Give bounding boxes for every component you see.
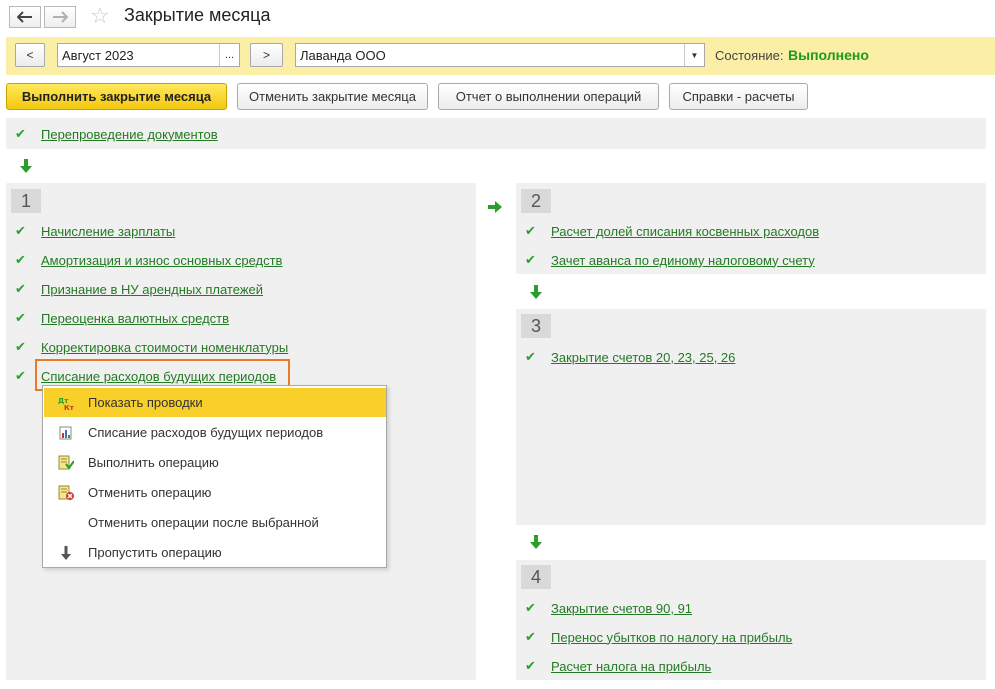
menu-item-label: Отменить операцию <box>88 485 212 500</box>
forward-button[interactable] <box>44 6 76 28</box>
operation-item[interactable]: ✔ Зачет аванса по единому налоговому сче… <box>525 251 815 269</box>
operation-link[interactable]: Переоценка валютных средств <box>41 311 229 326</box>
step-number: 1 <box>11 189 41 213</box>
arrow-down-icon <box>530 535 542 549</box>
cancel-month-close-button[interactable]: Отменить закрытие месяца <box>237 83 428 110</box>
menu-item-cancel-operation[interactable]: Отменить операцию <box>44 478 386 507</box>
check-icon: ✔ <box>525 629 536 644</box>
menu-item-run-operation[interactable]: Выполнить операцию <box>44 448 386 477</box>
operation-link[interactable]: Расчет налога на прибыль <box>551 659 711 674</box>
step-3-block <box>516 309 986 525</box>
operation-item[interactable]: ✔ Расчет долей списания косвенных расход… <box>525 222 819 240</box>
period-value: Август 2023 <box>62 47 134 63</box>
check-icon: ✔ <box>15 126 26 141</box>
operation-link[interactable]: Расчет долей списания косвенных расходов <box>551 224 819 239</box>
period-select-button[interactable]: ... <box>219 44 239 66</box>
menu-item-label: Списание расходов будущих периодов <box>88 425 324 440</box>
skip-arrow-icon <box>44 545 88 560</box>
status-value: Выполнено <box>788 47 869 63</box>
menu-item-report[interactable]: Списание расходов будущих периодов <box>44 418 386 447</box>
status-label: Состояние: <box>715 48 784 63</box>
operation-link[interactable]: Перепроведение документов <box>41 127 218 142</box>
operation-item[interactable]: ✔ Перенос убытков по налогу на прибыль <box>525 628 792 646</box>
check-edit-icon: ✔ <box>15 223 26 238</box>
step-number: 4 <box>521 565 551 589</box>
menu-item-label: Показать проводки <box>88 395 203 410</box>
organization-field[interactable]: Лаванда ООО ▼ <box>295 43 705 67</box>
chevron-down-icon[interactable]: ▼ <box>684 44 704 66</box>
operation-link[interactable]: Признание в НУ арендных платежей <box>41 282 263 297</box>
operation-item[interactable]: ✔ Перепроведение документов <box>15 125 218 143</box>
check-icon: ✔ <box>525 349 536 364</box>
arrow-right-icon <box>53 11 68 23</box>
menu-item-label: Отменить операции после выбранной <box>88 515 319 530</box>
step-number: 3 <box>521 314 551 338</box>
operations-report-button[interactable]: Отчет о выполнении операций <box>438 83 659 110</box>
operation-item[interactable]: ✔ Закрытие счетов 20, 23, 25, 26 <box>525 348 735 366</box>
step-number: 2 <box>521 189 551 213</box>
operation-item[interactable]: ✔ Переоценка валютных средств <box>15 309 229 327</box>
operation-link[interactable]: Закрытие счетов 90, 91 <box>551 601 692 616</box>
operation-link[interactable]: Корректировка стоимости номенклатуры <box>41 340 288 355</box>
menu-item-skip-operation[interactable]: Пропустить операцию <box>44 538 386 567</box>
prev-period-button[interactable]: < <box>15 43 45 67</box>
check-icon: ✔ <box>525 658 536 673</box>
operation-item[interactable]: ✔ Амортизация и износ основных средств <box>15 251 282 269</box>
check-icon: ✔ <box>525 600 536 615</box>
operation-item[interactable]: ✔ Признание в НУ арендных платежей <box>15 280 263 298</box>
operation-item[interactable]: ✔ Корректировка стоимости номенклатуры <box>15 338 288 356</box>
calculations-button[interactable]: Справки - расчеты <box>669 83 808 110</box>
organization-value: Лаванда ООО <box>300 47 386 63</box>
arrow-right-icon <box>488 201 502 213</box>
operation-link[interactable]: Закрытие счетов 20, 23, 25, 26 <box>551 350 735 365</box>
operation-item[interactable]: ✔ Расчет налога на прибыль <box>525 657 711 675</box>
check-icon: ✔ <box>15 252 26 267</box>
period-field[interactable]: Август 2023 ... <box>57 43 240 67</box>
arrow-down-icon <box>20 159 32 173</box>
run-month-close-button[interactable]: Выполнить закрытие месяца <box>6 83 227 110</box>
check-icon: ✔ <box>525 223 536 238</box>
favorite-star-icon[interactable]: ☆ <box>90 4 110 28</box>
dt-kt-icon: Дт Кт <box>44 395 88 411</box>
operation-link[interactable]: Перенос убытков по налогу на прибыль <box>551 630 792 645</box>
cancel-operation-icon <box>44 485 88 501</box>
arrow-down-icon <box>530 285 542 299</box>
operation-link[interactable]: Зачет аванса по единому налоговому счету <box>551 253 815 268</box>
back-button[interactable] <box>9 6 41 28</box>
menu-item-show-postings[interactable]: Дт Кт Показать проводки <box>44 388 386 417</box>
page-title: Закрытие месяца <box>124 5 271 25</box>
run-operation-icon <box>44 455 88 471</box>
check-icon: ✔ <box>525 252 536 267</box>
check-icon: ✔ <box>15 339 26 354</box>
arrow-left-icon <box>17 11 32 23</box>
context-menu: Дт Кт Показать проводки Списание расходов… <box>42 385 387 568</box>
menu-item-label: Пропустить операцию <box>88 545 222 560</box>
operation-link[interactable]: Начисление зарплаты <box>41 224 175 239</box>
svg-text:Кт: Кт <box>64 404 75 411</box>
check-icon: ✔ <box>15 310 26 325</box>
check-icon: ✔ <box>15 281 26 296</box>
menu-item-cancel-after-selected[interactable]: Отменить операции после выбранной <box>44 508 386 537</box>
report-icon <box>44 426 88 440</box>
operation-link[interactable]: Амортизация и износ основных средств <box>41 253 282 268</box>
next-period-button[interactable]: > <box>250 43 283 67</box>
operation-item[interactable]: ✔ Закрытие счетов 90, 91 <box>525 599 692 617</box>
menu-item-label: Выполнить операцию <box>88 455 219 470</box>
operation-item[interactable]: ✔ Начисление зарплаты <box>15 222 175 240</box>
